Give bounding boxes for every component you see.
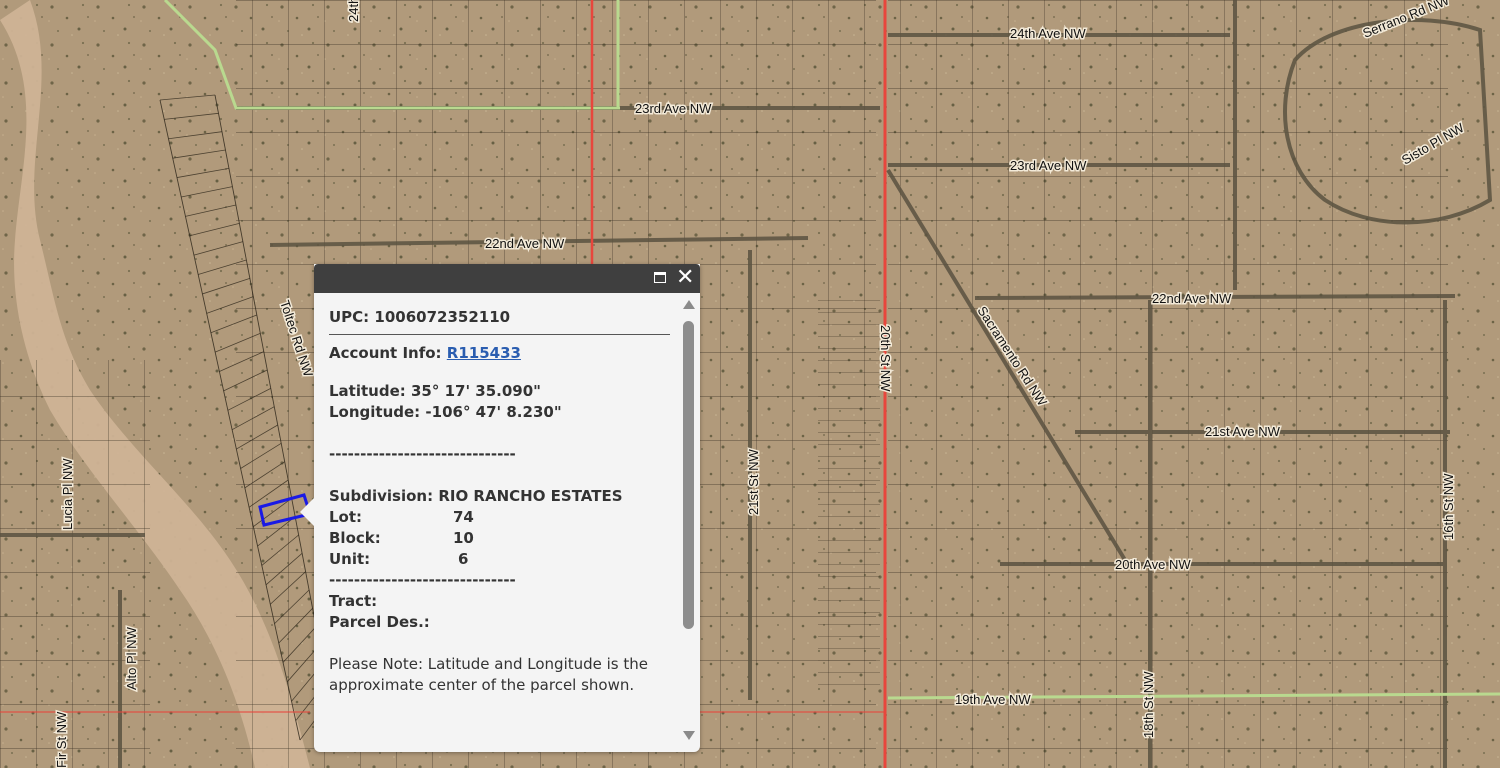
road-label: 21st Ave NW: [1205, 424, 1281, 439]
close-icon[interactable]: ✕: [676, 267, 694, 289]
road-label: Alto Pl NW: [124, 626, 139, 690]
parcel-info-popup: ✕ UPC: 1006072352110 Account Info: R1154…: [300, 264, 700, 752]
subdivision-row: Subdivision: RIO RANCHO ESTATES: [329, 486, 670, 507]
popup-pointer: [300, 498, 314, 526]
road-label: 23rd Ave NW: [1010, 158, 1087, 173]
road-label: 16th St NW: [1441, 473, 1456, 540]
account-row: Account Info: R115433: [329, 343, 670, 364]
road-label: 22nd Ave NW: [1152, 291, 1232, 306]
account-label: Account Info:: [329, 344, 442, 362]
road-label: 23rd Ave NW: [635, 101, 712, 116]
maximize-icon[interactable]: [652, 269, 670, 287]
road-label: 24th Ave NW: [1010, 26, 1086, 41]
lot-row: Lot: 74: [329, 507, 670, 528]
scroll-thumb[interactable]: [683, 321, 694, 629]
parcel-des-label: Parcel Des.:: [329, 613, 430, 631]
subdivision-label: Subdivision:: [329, 487, 434, 505]
road-label: 21st St NW: [746, 449, 761, 515]
dash-separator: ------------------------------: [329, 571, 516, 589]
map-canvas[interactable]: 24th Ave NW 23rd Ave NW 23rd Ave NW 22nd…: [0, 0, 1500, 768]
lot-value: 74: [453, 508, 474, 526]
subdivision-value: RIO RANCHO ESTATES: [438, 487, 623, 505]
scroll-down-icon[interactable]: [683, 731, 695, 740]
upc-row: UPC: 1006072352110: [329, 307, 670, 328]
unit-label: Unit:: [329, 550, 371, 568]
latitude-value: 35° 17' 35.090": [411, 382, 541, 400]
latitude-row: Latitude: 35° 17' 35.090": [329, 381, 670, 402]
road-label: 24th St NW: [346, 0, 361, 22]
dash-separator: ------------------------------: [329, 445, 516, 463]
popup-header: ✕: [314, 264, 700, 293]
account-link[interactable]: R115433: [447, 344, 521, 362]
road-label: Lucia Pl NW: [60, 458, 75, 530]
tract-label: Tract:: [329, 592, 378, 610]
unit-row: Unit: 6: [329, 549, 670, 570]
popup-content: UPC: 1006072352110 Account Info: R115433…: [329, 293, 670, 752]
road-label: Fir St NW: [54, 711, 69, 768]
longitude-row: Longitude: -106° 47' 8.230": [329, 402, 670, 423]
scroll-up-icon[interactable]: [683, 300, 695, 309]
block-row: Block: 10: [329, 528, 670, 549]
road-label: 20th Ave NW: [1115, 557, 1191, 572]
road-label: 19th Ave NW: [955, 692, 1031, 707]
coordinates-note: Please Note: Latitude and Longitude is t…: [329, 655, 649, 694]
longitude-value: -106° 47' 8.230": [425, 403, 562, 421]
latitude-label: Latitude:: [329, 382, 406, 400]
divider: [329, 334, 670, 335]
road-label: 22nd Ave NW: [485, 236, 565, 251]
popup-scrollbar[interactable]: [680, 293, 698, 746]
upc-label: UPC:: [329, 308, 370, 326]
block-label: Block:: [329, 529, 381, 547]
lot-label: Lot:: [329, 508, 363, 526]
road-label: 18th St NW: [1141, 671, 1156, 738]
unit-value: 6: [458, 550, 469, 568]
upc-value: 1006072352110: [374, 308, 511, 326]
road-label: 20th St NW: [878, 325, 893, 392]
block-value: 10: [453, 529, 474, 547]
longitude-label: Longitude:: [329, 403, 421, 421]
